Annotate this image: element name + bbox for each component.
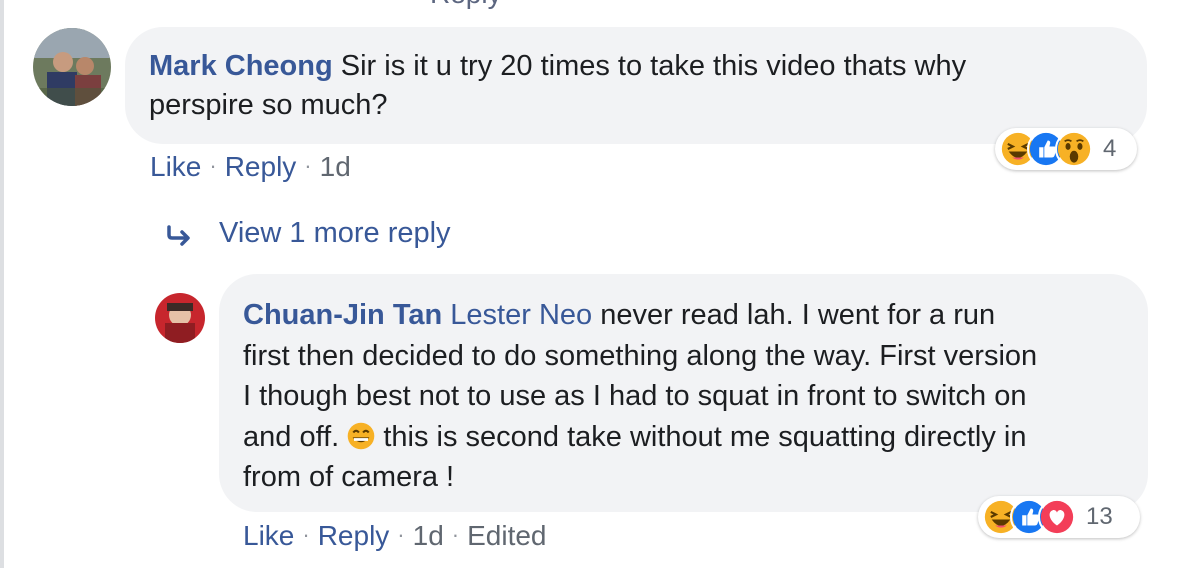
- thread-rule: [0, 0, 4, 568]
- clipped-reply-link[interactable]: Reply: [430, 0, 502, 10]
- separator: ·: [304, 153, 312, 178]
- reply-link[interactable]: Reply: [225, 151, 297, 182]
- love-icon: [1038, 498, 1076, 536]
- reply-author[interactable]: Chuan-Jin Tan: [243, 299, 442, 331]
- comment-actions: Like · Reply · 1d: [150, 151, 351, 183]
- like-link[interactable]: Like: [150, 151, 201, 182]
- reply-actions: Like · Reply · 1d · Edited: [243, 520, 547, 552]
- avatar[interactable]: [33, 28, 111, 106]
- reply-timestamp[interactable]: 1d: [413, 520, 444, 551]
- comment-timestamp[interactable]: 1d: [320, 151, 351, 182]
- comment-text: Mark Cheong Sir is it u try 20 times to …: [149, 47, 1123, 125]
- separator: ·: [209, 153, 217, 178]
- reaction-summary[interactable]: 4: [995, 128, 1137, 170]
- separator: ·: [451, 522, 460, 547]
- separator: ·: [397, 522, 405, 547]
- avatar[interactable]: [155, 293, 205, 343]
- view-more-label[interactable]: View 1 more reply: [219, 217, 451, 250]
- reply-arrow-icon: [167, 224, 190, 246]
- reply-link[interactable]: Reply: [318, 520, 390, 551]
- reply-bubble: Chuan-Jin Tan Lester Neo never read lah.…: [219, 274, 1148, 512]
- reply-body-line: I though best not to use as I had to squ…: [243, 380, 1027, 412]
- reaction-summary[interactable]: 13: [978, 496, 1140, 538]
- reply-text: Chuan-Jin Tan Lester Neo never read lah.…: [243, 295, 1124, 498]
- reply-body-line: from of camera !: [243, 461, 455, 493]
- like-link[interactable]: Like: [243, 520, 294, 551]
- comment-body-line: Sir is it u try 20 times to take this vi…: [340, 50, 967, 82]
- grin-emoji: [347, 421, 375, 449]
- reply-body-line: and off.: [243, 420, 348, 453]
- wow-icon: [1055, 130, 1093, 168]
- separator: ·: [302, 522, 310, 547]
- comment-bubble: Mark Cheong Sir is it u try 20 times to …: [125, 27, 1147, 144]
- reply-body-line: never read lah. I went for a run: [592, 299, 996, 331]
- mention-link[interactable]: Lester Neo: [450, 299, 592, 331]
- edited-label[interactable]: Edited: [467, 520, 546, 551]
- comment-body-line: perspire so much?: [149, 89, 388, 121]
- reaction-count: 4: [1103, 135, 1117, 162]
- reply-body-line: this is second take without me squatting…: [375, 420, 1027, 453]
- reply-body-line: first then decided to do something along…: [243, 339, 1038, 372]
- view-more-replies[interactable]: View 1 more reply: [165, 217, 451, 250]
- comment-author[interactable]: Mark Cheong: [149, 50, 333, 82]
- reaction-count: 13: [1086, 503, 1113, 530]
